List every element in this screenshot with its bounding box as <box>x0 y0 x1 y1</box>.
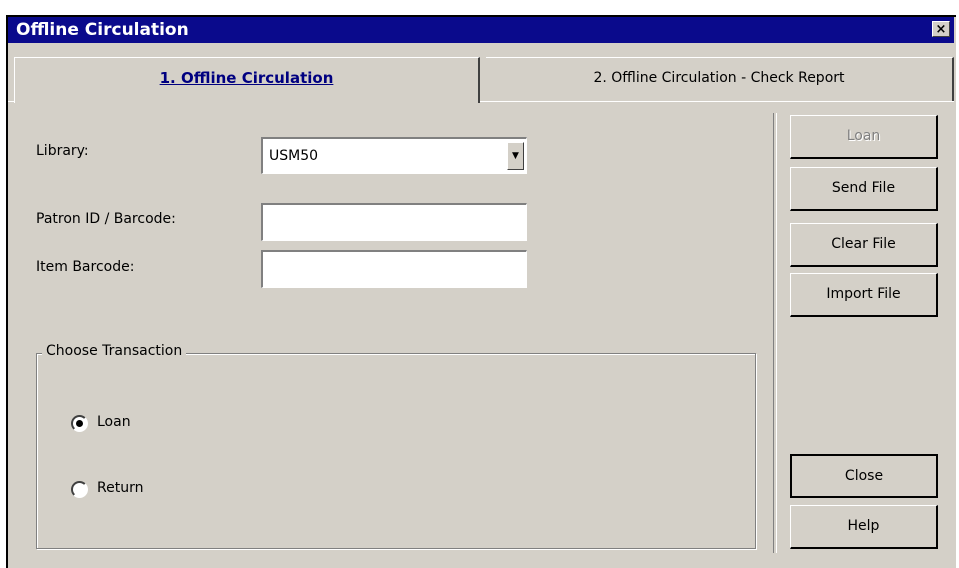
item-barcode-label: Item Barcode: <box>36 259 135 275</box>
library-select[interactable]: USM50 ▼ <box>261 137 527 174</box>
import-file-button[interactable]: Import File <box>790 273 938 317</box>
loan-radio-label[interactable]: Loan <box>97 414 131 430</box>
clear-file-button[interactable]: Clear File <box>790 223 938 267</box>
tab-check-report[interactable]: 2. Offline Circulation - Check Report <box>486 57 954 101</box>
tab-offline-circulation-label: 1. Offline Circulation <box>159 69 334 87</box>
library-label: Library: <box>36 143 89 159</box>
return-radio[interactable] <box>71 481 88 498</box>
choose-transaction-group <box>36 353 756 549</box>
return-radio-label[interactable]: Return <box>97 480 143 496</box>
item-barcode-field[interactable] <box>261 250 527 288</box>
tab-check-report-label: 2. Offline Circulation - Check Report <box>593 70 845 86</box>
send-file-button[interactable]: Send File <box>790 167 938 211</box>
loan-button[interactable]: Loan <box>790 115 938 159</box>
close-icon: × <box>935 22 947 37</box>
title-bar: Offline Circulation × <box>8 17 954 43</box>
patron-id-label: Patron ID / Barcode: <box>36 211 176 227</box>
loan-radio[interactable] <box>71 415 88 432</box>
choose-transaction-legend: Choose Transaction <box>42 343 187 359</box>
close-button[interactable]: Close <box>790 454 938 498</box>
tab-offline-circulation[interactable]: 1. Offline Circulation <box>14 57 480 103</box>
chevron-down-icon[interactable]: ▼ <box>507 142 524 170</box>
vertical-separator <box>773 113 777 553</box>
help-button[interactable]: Help <box>790 505 938 549</box>
library-select-value: USM50 <box>269 148 319 164</box>
offline-circulation-window: Offline Circulation × 1. Offline Circula… <box>6 15 956 568</box>
close-window-button[interactable]: × <box>932 21 950 37</box>
patron-id-field[interactable] <box>261 203 527 241</box>
window-title: Offline Circulation <box>16 20 189 40</box>
